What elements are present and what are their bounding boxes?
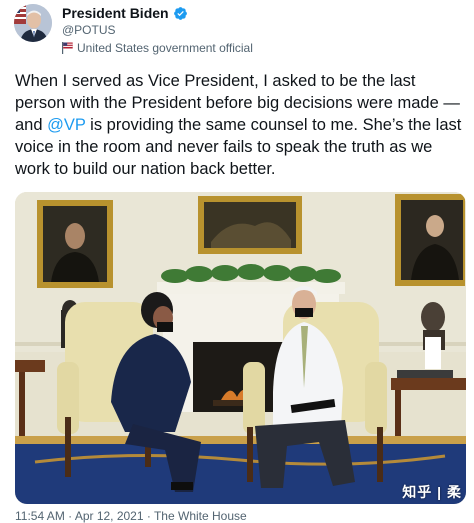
verified-badge-icon	[173, 6, 188, 21]
tweet-meta[interactable]: 11:54 AM · Apr 12, 2021 · The White Hous…	[15, 509, 247, 523]
avatar[interactable]	[14, 4, 52, 42]
account-label-text: United States government official	[77, 41, 253, 55]
watermark: 知乎 | 柔	[402, 484, 462, 500]
us-flag-icon	[62, 42, 73, 54]
author-name-row: President Biden	[62, 5, 188, 21]
handle[interactable]: @POTUS	[62, 23, 116, 37]
account-label: United States government official	[62, 41, 253, 55]
mention-link[interactable]: @VP	[47, 116, 85, 134]
tweet-text: When I served as Vice President, I asked…	[15, 70, 467, 180]
display-name[interactable]: President Biden	[62, 5, 169, 21]
oval-office-photo	[15, 192, 466, 504]
tweet-photo[interactable]	[15, 192, 466, 504]
